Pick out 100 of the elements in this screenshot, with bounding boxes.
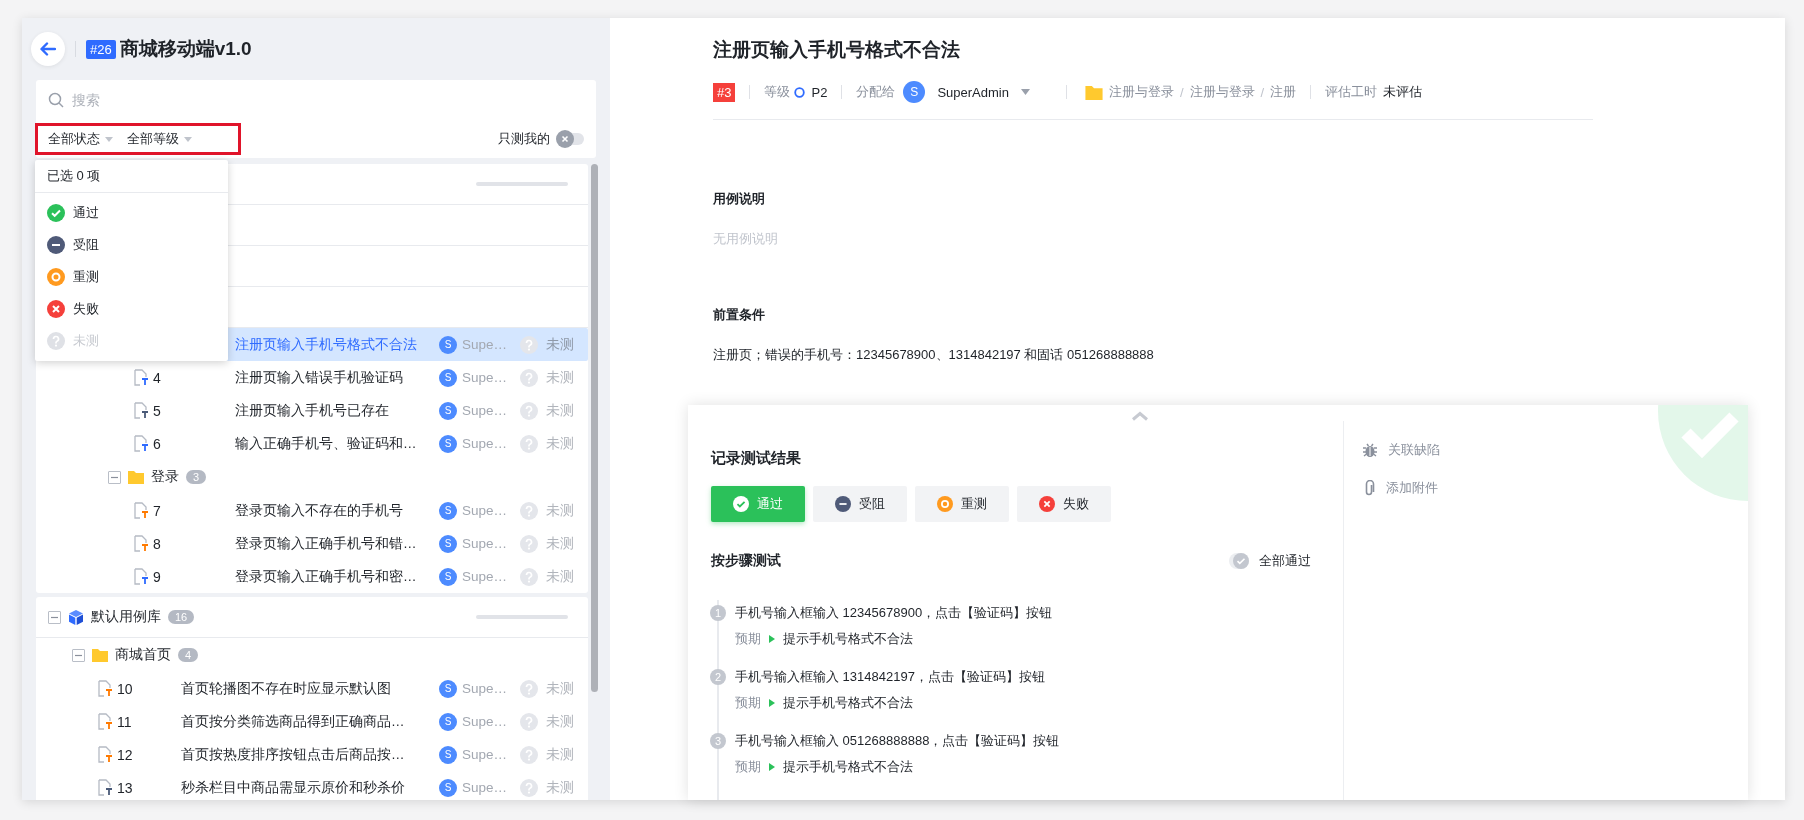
result-status: 未测 bbox=[546, 679, 574, 698]
result-status: 未测 bbox=[546, 534, 574, 553]
count-badge: 3 bbox=[186, 470, 207, 484]
assignee-name: Supe… bbox=[462, 569, 509, 584]
case-title: 登录页输入正确手机号和密… bbox=[235, 567, 418, 586]
folder-name: 商城首页 bbox=[115, 646, 171, 664]
case-title: 首页按热度排序按钮点击后商品按… bbox=[181, 745, 406, 764]
case-row[interactable]: 5 注册页输入手机号已存在 S Supe… 未测 bbox=[108, 394, 588, 427]
case-row[interactable]: 7 登录页输入不存在的手机号 S Supe… 未测 bbox=[108, 494, 588, 527]
avatar: S bbox=[439, 712, 457, 731]
selection-summary: 已选 0 项 bbox=[35, 160, 228, 193]
estimate-label: 评估工时 bbox=[1325, 83, 1378, 101]
status-option[interactable]: 失败 bbox=[35, 293, 228, 325]
all-pass-label: 全部通过 bbox=[1259, 552, 1311, 570]
assignee-name: Supe… bbox=[462, 337, 509, 352]
section-heading: 用例说明 bbox=[713, 190, 766, 208]
count-badge: 16 bbox=[168, 610, 195, 624]
case-title: 登录页输入不存在的手机号 bbox=[235, 501, 404, 520]
case-number: 6 bbox=[152, 435, 162, 452]
section-text: 无用例说明 bbox=[713, 230, 779, 248]
result-status: 未测 bbox=[546, 745, 574, 764]
case-number: 8 bbox=[152, 535, 162, 552]
filter-dropdown[interactable]: 全部等级 bbox=[127, 130, 192, 148]
fail-button[interactable]: 失败 bbox=[1017, 486, 1111, 522]
only-mine-label: 只测我的 bbox=[498, 130, 550, 148]
assign-label: 分配给 bbox=[856, 83, 896, 101]
project-title: 商城移动端v1.0 bbox=[119, 37, 252, 61]
folder-name: 登录 bbox=[151, 468, 179, 486]
case-row[interactable]: 8 登录页输入正确手机号和错… S Supe… 未测 bbox=[108, 527, 588, 560]
avatar: S bbox=[439, 501, 457, 520]
path-separator: / bbox=[1260, 84, 1265, 100]
result-status: 未测 bbox=[546, 778, 574, 797]
case-row[interactable]: 4 注册页输入错误手机验证码 S Supe… 未测 bbox=[108, 361, 588, 394]
step-number: 3 bbox=[710, 733, 726, 749]
case-number: 5 bbox=[152, 402, 162, 419]
assignee-name: Supe… bbox=[462, 780, 509, 795]
section-heading: 前置条件 bbox=[713, 306, 766, 324]
case-number: 7 bbox=[152, 502, 162, 519]
case-row[interactable]: 9 登录页输入正确手机号和密… S Supe… 未测 bbox=[108, 560, 588, 593]
case-title: 注册页输入手机号已存在 bbox=[235, 401, 390, 420]
expected-label: 预期 bbox=[735, 630, 761, 648]
expected-label: 预期 bbox=[735, 758, 761, 776]
assignee-name: Supe… bbox=[462, 714, 509, 729]
search-field[interactable]: 搜索 bbox=[72, 92, 272, 108]
case-title: 登录页输入正确手机号和错… bbox=[235, 534, 418, 553]
avatar: S bbox=[439, 778, 457, 797]
expected-result: 提示手机号格式不合法 bbox=[783, 758, 913, 776]
assignee-name: Supe… bbox=[462, 747, 509, 762]
section-text: 注册页；错误的手机号：12345678900、1314842197 和固话 051268888888 bbox=[713, 346, 1155, 364]
case-title: 首页轮播图不存在时应显示默认图 bbox=[181, 679, 392, 698]
case-title-heading: 注册页输入手机号格式不合法 bbox=[713, 38, 961, 62]
case-number: 10 bbox=[116, 680, 134, 697]
result-status: 未测 bbox=[546, 434, 574, 453]
case-number: 12 bbox=[116, 746, 134, 763]
blocked-button[interactable]: 受阻 bbox=[813, 486, 907, 522]
avatar: S bbox=[439, 534, 457, 553]
case-row[interactable]: 10 首页轮播图不存在时应显示默认图 S Supe… 未测 bbox=[72, 672, 588, 705]
assignee-name: Supe… bbox=[462, 436, 509, 451]
avatar: S bbox=[439, 745, 457, 764]
assignee-name: Supe… bbox=[462, 370, 509, 385]
steps-heading: 按步骤测试 bbox=[711, 552, 781, 570]
case-id-badge: #3 bbox=[713, 82, 736, 102]
case-row[interactable]: 11 首页按分类筛选商品得到正确商品… S Supe… 未测 bbox=[72, 705, 588, 738]
result-status: 未测 bbox=[546, 401, 574, 420]
assignee-name: Supe… bbox=[462, 403, 509, 418]
priority-label: 等级 bbox=[764, 83, 791, 101]
assignee-name: Supe… bbox=[462, 681, 509, 696]
avatar: S bbox=[439, 567, 457, 586]
avatar: S bbox=[439, 368, 457, 387]
step-action: 手机号输入框输入 1314842197，点击【验证码】按钮 bbox=[735, 668, 1045, 686]
avatar: S bbox=[439, 401, 457, 420]
assignee-name[interactable]: SuperAdmin bbox=[937, 84, 1009, 100]
result-status: 未测 bbox=[546, 368, 574, 387]
case-title: 输入正确手机号、验证码和… bbox=[235, 434, 418, 453]
retest-button[interactable]: 重测 bbox=[915, 486, 1009, 522]
case-row[interactable]: 13 秒杀栏目中商品需显示原价和秒杀价 S Supe… 未测 bbox=[72, 771, 588, 800]
step-action: 手机号输入框输入 051268888888，点击【验证码】按钮 bbox=[735, 732, 1060, 750]
project-badge: #26 bbox=[86, 39, 116, 59]
case-number: 4 bbox=[152, 369, 162, 386]
result-status: 未测 bbox=[546, 501, 574, 520]
case-number: 13 bbox=[116, 779, 134, 796]
case-row[interactable]: 12 首页按热度排序按钮点击后商品按… S Supe… 未测 bbox=[72, 738, 588, 771]
count-badge: 4 bbox=[178, 648, 199, 662]
result-status: 未测 bbox=[546, 335, 574, 354]
status-option[interactable]: 重测 bbox=[35, 261, 228, 293]
status-option[interactable]: 受阻 bbox=[35, 229, 228, 261]
case-number: 9 bbox=[152, 568, 162, 585]
case-row[interactable]: 6 输入正确手机号、验证码和… S Supe… 未测 bbox=[108, 427, 588, 460]
filter-dropdown[interactable]: 全部状态 bbox=[48, 130, 113, 148]
avatar: S bbox=[439, 434, 457, 453]
priority-value[interactable]: P2 bbox=[811, 84, 828, 100]
case-title: 秒杀栏目中商品需显示原价和秒杀价 bbox=[181, 778, 406, 797]
status-option[interactable]: 通过 bbox=[35, 197, 228, 229]
result-status: 未测 bbox=[546, 712, 574, 731]
case-number: 11 bbox=[116, 713, 133, 730]
assignee-name: Supe… bbox=[462, 536, 509, 551]
assignee-name: Supe… bbox=[462, 503, 509, 518]
estimate-value: 未评估 bbox=[1383, 83, 1423, 101]
step-number: 2 bbox=[710, 669, 726, 685]
avatar: S bbox=[903, 81, 926, 103]
